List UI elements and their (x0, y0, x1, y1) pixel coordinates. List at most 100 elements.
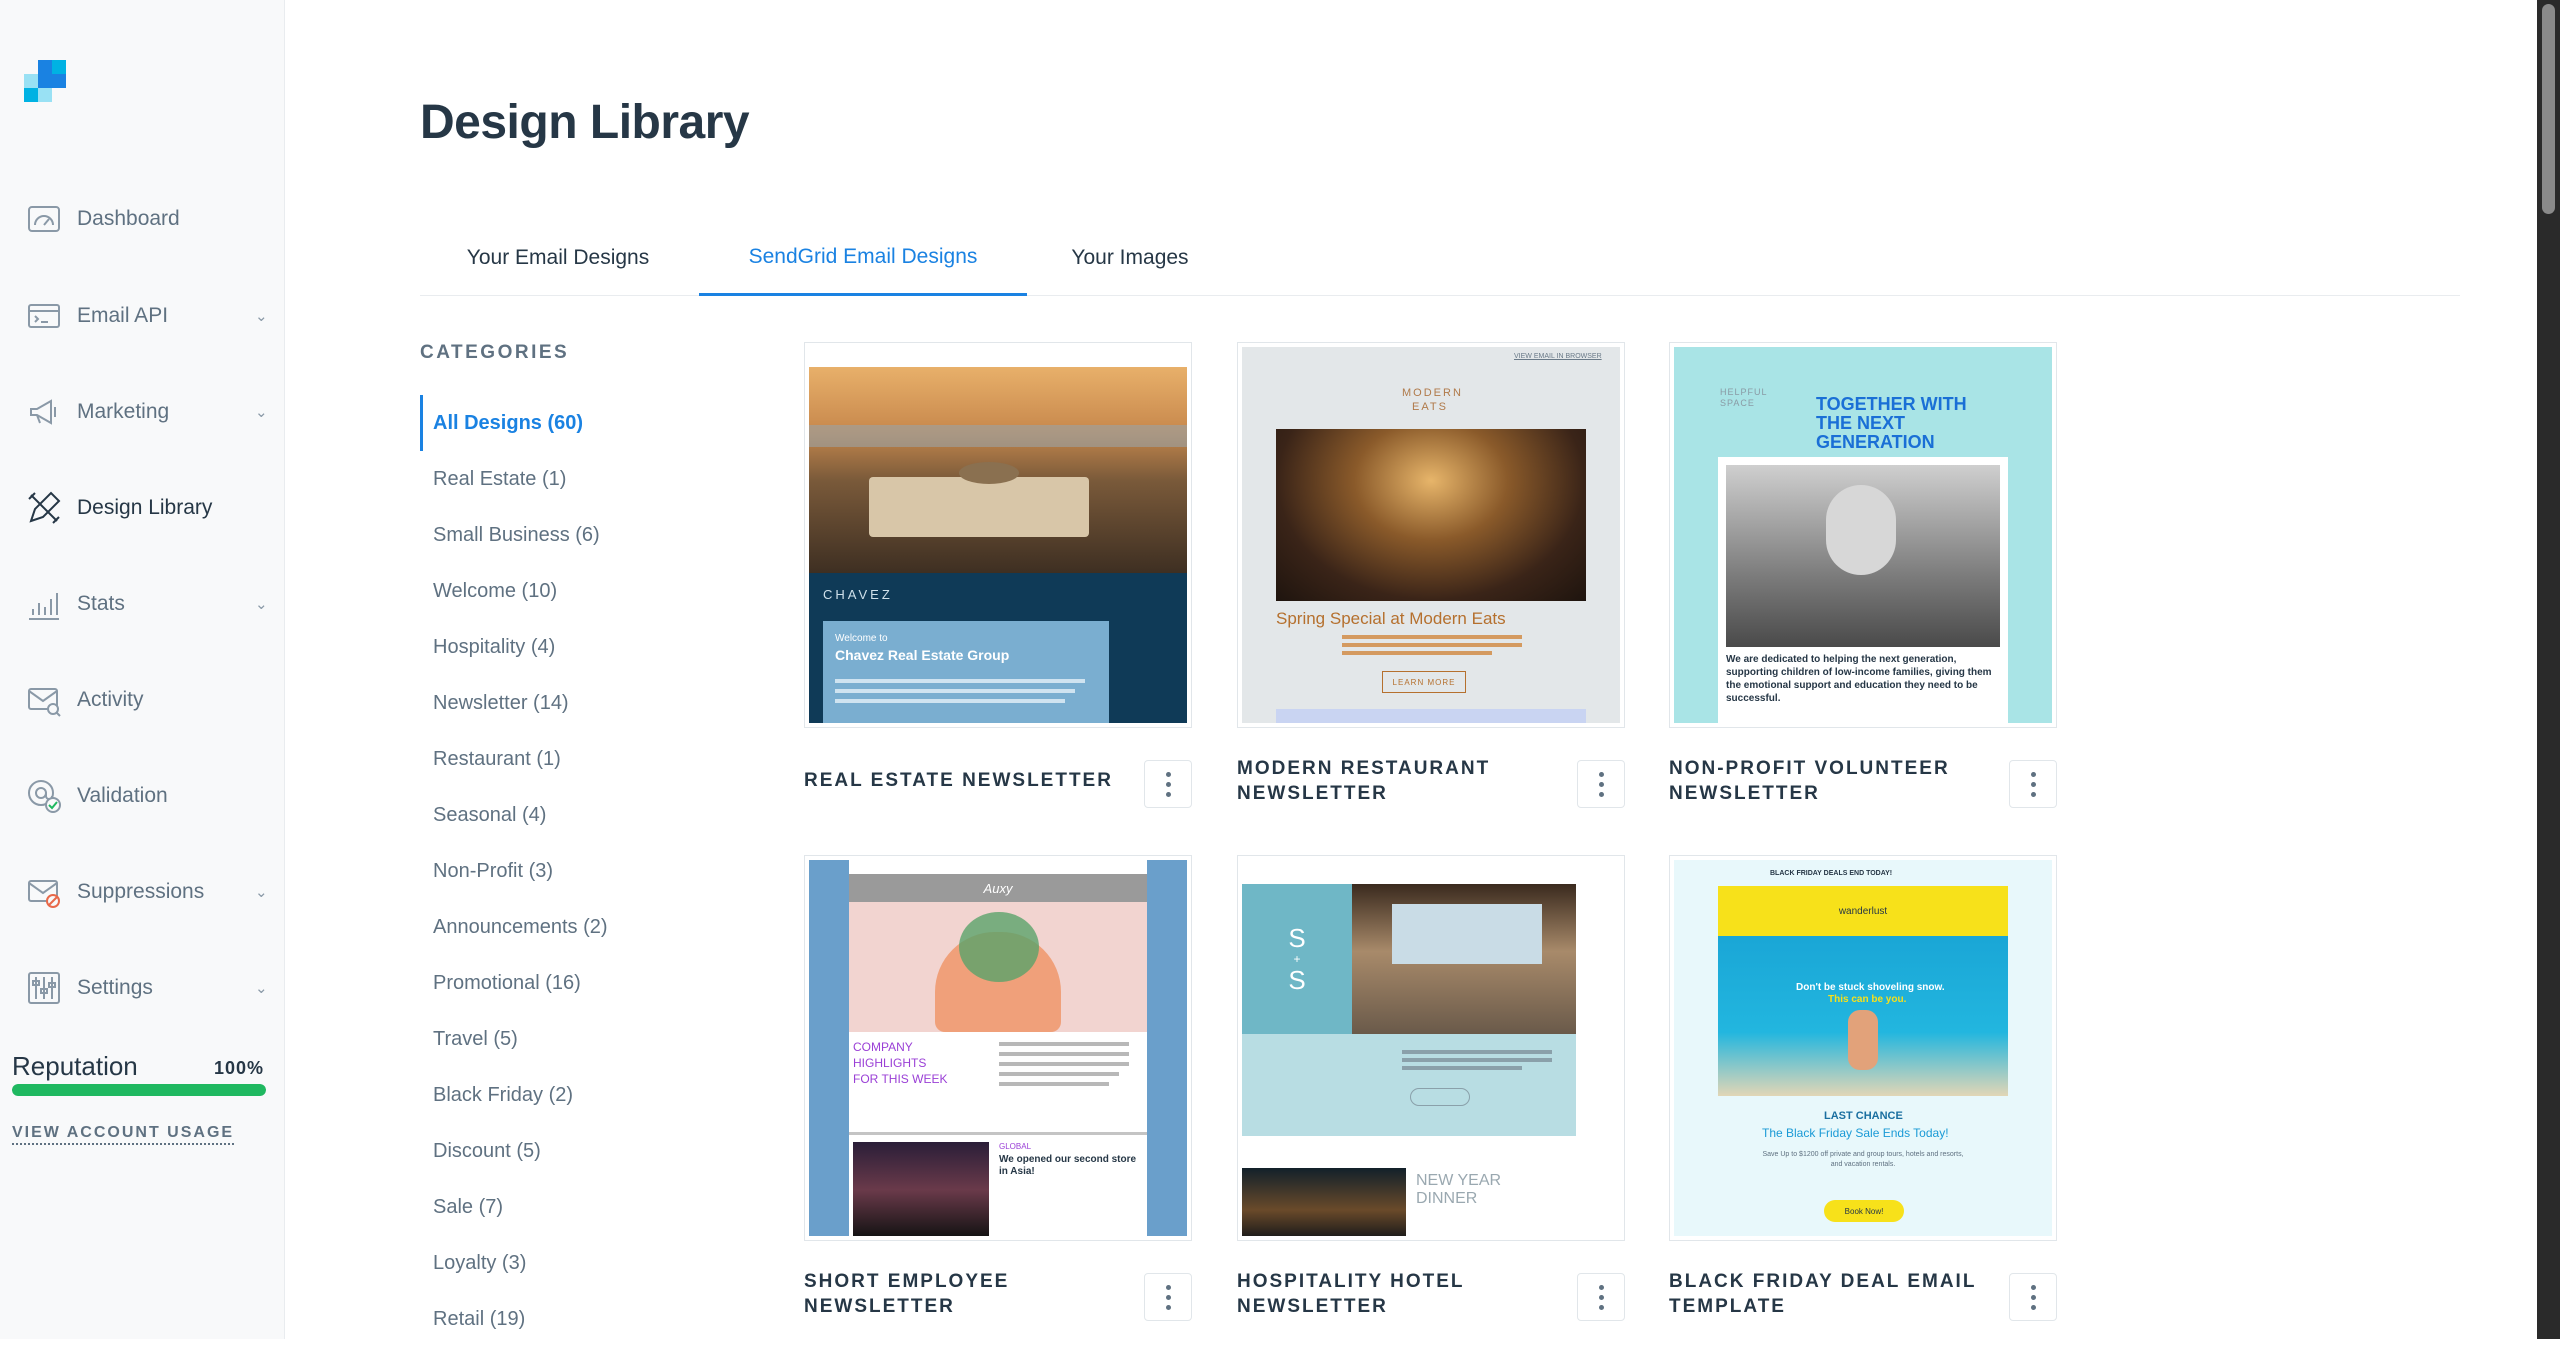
sidebar-item-label: Settings (77, 976, 153, 999)
category-item[interactable]: Hospitality (4) (420, 619, 680, 675)
sidebar-item-dashboard[interactable]: Dashboard (0, 189, 285, 249)
design-thumbnail[interactable]: BLACK FRIDAY DEALS END TODAY! wanderlust… (1669, 855, 2057, 1241)
design-thumbnail[interactable]: HELPFUL SPACE TOGETHER WITH THE NEXT GEN… (1669, 342, 2057, 728)
sidebar-item-label: Stats (77, 592, 125, 615)
category-item[interactable]: Newsletter (14) (420, 675, 680, 731)
sidebar-item-label: Validation (77, 784, 168, 807)
sidebar-item-design-library[interactable]: Design Library (0, 478, 285, 538)
page-scrollbar[interactable] (2537, 0, 2560, 1339)
thumb-logo-line3: S (1288, 965, 1306, 995)
design-title: REAL ESTATE NEWSLETTER (804, 770, 1113, 791)
dashboard-gauge-icon (26, 201, 62, 237)
sidebar-item-email-api[interactable]: Email API ⌄ (0, 286, 285, 346)
category-item[interactable]: Loyalty (3) (420, 1235, 680, 1291)
thumb-body: We are dedicated to helping the next gen… (1726, 654, 1992, 704)
sidebar-item-settings[interactable]: Settings ⌄ (0, 958, 285, 1018)
category-item[interactable]: Restaurant (1) (420, 731, 680, 787)
sidebar-item-label: Design Library (77, 496, 213, 519)
thumb-brand: Auxy (983, 880, 1013, 896)
category-item[interactable]: Real Estate (1) (420, 451, 680, 507)
category-item[interactable]: Promotional (16) (420, 955, 680, 1011)
chevron-down-icon[interactable]: ⌄ (255, 979, 268, 997)
chevron-down-icon[interactable]: ⌄ (255, 403, 268, 421)
design-thumbnail[interactable]: S + S NEW YEAR DINNER (1237, 855, 1625, 1241)
thumb-headline-line2: THE NEXT (1816, 413, 1906, 433)
thumb-body: Save Up to $1200 off private and group t… (1762, 1151, 1964, 1168)
sidebar-item-stats[interactable]: Stats ⌄ (0, 574, 285, 634)
design-card-hospitality-hotel[interactable]: S + S NEW YEAR DINNER HOSPITALITY HOTEL … (1237, 855, 1625, 1325)
design-card-non-profit[interactable]: HELPFUL SPACE TOGETHER WITH THE NEXT GEN… (1669, 342, 2057, 812)
sidebar-item-validation[interactable]: Validation (0, 766, 285, 826)
category-item[interactable]: Discount (5) (420, 1123, 680, 1179)
category-item[interactable]: Non-Profit (3) (420, 843, 680, 899)
thumb-headline-line3: GENERATION (1816, 432, 1935, 452)
design-options-button[interactable] (2009, 760, 2057, 808)
design-tabs: Your Email Designs SendGrid Email Design… (420, 220, 2460, 296)
envelope-search-icon (26, 682, 62, 718)
design-options-button[interactable] (1144, 1273, 1192, 1321)
design-options-button[interactable] (1577, 1273, 1625, 1321)
design-thumbnail[interactable]: CHAVEZ Welcome to Chavez Real Estate Gro… (804, 342, 1192, 728)
sidebar-item-marketing[interactable]: Marketing ⌄ (0, 382, 285, 442)
design-options-button[interactable] (2009, 1273, 2057, 1321)
sidebar-item-label: Activity (77, 688, 144, 711)
design-card-black-friday[interactable]: BLACK FRIDAY DEALS END TODAY! wanderlust… (1669, 855, 2057, 1325)
category-item[interactable]: Welcome (10) (420, 563, 680, 619)
thumb-brand-line2: SPACE (1720, 398, 1755, 408)
design-card-short-employee[interactable]: Auxy COMPANY HIGHLIGHTS FOR THIS WEEK GL… (804, 855, 1192, 1325)
chevron-down-icon[interactable]: ⌄ (255, 595, 268, 613)
dinner-photo (1242, 1168, 1406, 1236)
design-title: HOSPITALITY HOTEL NEWSLETTER (1237, 1271, 1465, 1317)
thumb-headline-line1: TOGETHER WITH (1816, 394, 1967, 414)
beach-photo: Don't be stuck shoveling snow. This can … (1718, 936, 2008, 1096)
design-card-modern-restaurant[interactable]: VIEW EMAIL IN BROWSER MODERN EATS Spring… (1237, 342, 1625, 812)
thumb-tag: GLOBAL (999, 1142, 1032, 1151)
sidebar: Dashboard Email API ⌄ Marketing ⌄ Design… (0, 0, 285, 1339)
view-account-usage-link[interactable]: VIEW ACCOUNT USAGE (12, 1124, 235, 1145)
design-options-button[interactable] (1144, 760, 1192, 808)
thumb-top-bar: BLACK FRIDAY DEALS END TODAY! (1770, 870, 1893, 877)
tab-sendgrid-email-designs[interactable]: SendGrid Email Designs (699, 220, 1027, 296)
tab-your-images[interactable]: Your Images (1030, 220, 1230, 296)
thumb-logo-line2: + (1293, 952, 1301, 966)
thumb-headline: Spring Special at Modern Eats (1276, 609, 1506, 628)
thumb-headline-line2: DINNER (1416, 1190, 1478, 1207)
category-item[interactable]: Travel (5) (420, 1011, 680, 1067)
design-card-real-estate[interactable]: CHAVEZ Welcome to Chavez Real Estate Gro… (804, 342, 1192, 812)
category-item[interactable]: Announcements (2) (420, 899, 680, 955)
category-item[interactable]: All Designs (60) (420, 395, 680, 451)
page-title: Design Library (420, 96, 750, 149)
sidebar-item-label: Dashboard (77, 207, 180, 230)
reputation-label: Reputation (12, 1051, 138, 1081)
chevron-down-icon[interactable]: ⌄ (255, 883, 268, 901)
sidebar-item-label: Suppressions (77, 880, 205, 903)
sidebar-item-activity[interactable]: Activity (0, 670, 285, 730)
design-thumbnail[interactable]: VIEW EMAIL IN BROWSER MODERN EATS Spring… (1237, 342, 1625, 728)
design-options-button[interactable] (1577, 760, 1625, 808)
envelope-block-icon (26, 874, 62, 910)
design-thumbnail[interactable]: Auxy COMPANY HIGHLIGHTS FOR THIS WEEK GL… (804, 855, 1192, 1241)
thumb-brand-line2: EATS (1412, 401, 1448, 413)
category-item[interactable]: Small Business (6) (420, 507, 680, 563)
highlights-illustration (849, 902, 1147, 1032)
scrollbar-thumb[interactable] (2542, 4, 2555, 214)
thumb-headline-line2: HIGHLIGHTS (853, 1056, 927, 1070)
category-item[interactable]: Seasonal (4) (420, 787, 680, 843)
thumb-welcome: Welcome to (835, 633, 888, 644)
bar-chart-icon (26, 586, 62, 622)
tab-your-email-designs[interactable]: Your Email Designs (420, 220, 696, 296)
thumb-top-link: VIEW EMAIL IN BROWSER (1514, 353, 1602, 360)
category-item[interactable]: Black Friday (2) (420, 1067, 680, 1123)
restaurant-photo (1276, 429, 1586, 601)
sendgrid-logo-icon[interactable] (24, 60, 66, 102)
design-title: SHORT EMPLOYEE NEWSLETTER (804, 1271, 1010, 1317)
main-content: Design Library Your Email Designs SendGr… (285, 0, 2537, 1339)
sidebar-item-suppressions[interactable]: Suppressions ⌄ (0, 862, 285, 922)
hotel-room-photo (1352, 884, 1576, 1034)
category-item[interactable]: Sale (7) (420, 1179, 680, 1235)
chevron-down-icon[interactable]: ⌄ (255, 307, 268, 325)
reputation-bar (12, 1084, 266, 1096)
design-title: NON-PROFIT VOLUNTEER NEWSLETTER (1669, 758, 1950, 804)
thumb-story: We opened our second store in Asia! (999, 1154, 1137, 1177)
sidebar-item-label: Marketing (77, 400, 170, 423)
